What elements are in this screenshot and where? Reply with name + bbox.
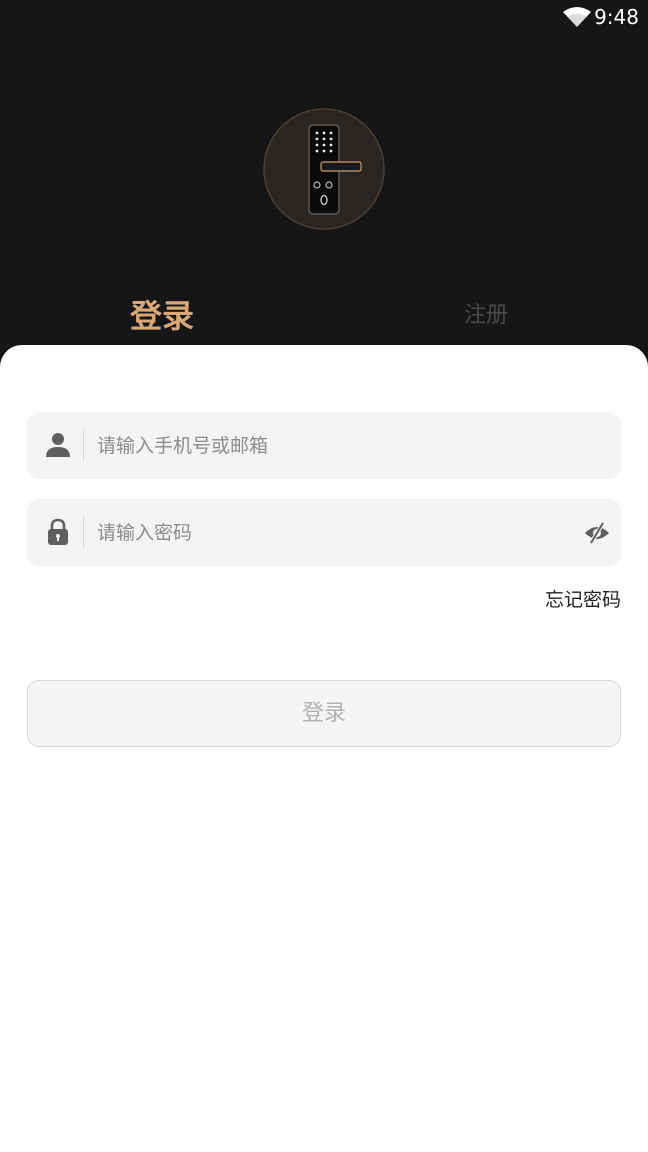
tab-register[interactable]: 注册	[424, 288, 548, 344]
header: 9:48 登录 注册	[0, 0, 648, 380]
eye-off-icon[interactable]	[583, 519, 611, 547]
account-input[interactable]	[97, 412, 567, 479]
forgot-password-link[interactable]: 忘记密码	[545, 586, 621, 614]
tab-login[interactable]: 登录	[100, 288, 224, 344]
password-field[interactable]	[27, 499, 621, 566]
user-icon	[46, 433, 70, 457]
wifi-icon	[563, 7, 591, 27]
field-divider	[83, 429, 84, 462]
password-input[interactable]	[97, 499, 567, 566]
field-divider	[83, 516, 84, 549]
lock-icon	[48, 518, 68, 545]
account-field[interactable]	[27, 412, 621, 479]
smart-door-lock-icon	[263, 108, 385, 230]
status-time: 9:48	[594, 5, 639, 29]
login-button[interactable]: 登录	[27, 680, 621, 747]
status-bar: 9:48	[0, 0, 648, 36]
